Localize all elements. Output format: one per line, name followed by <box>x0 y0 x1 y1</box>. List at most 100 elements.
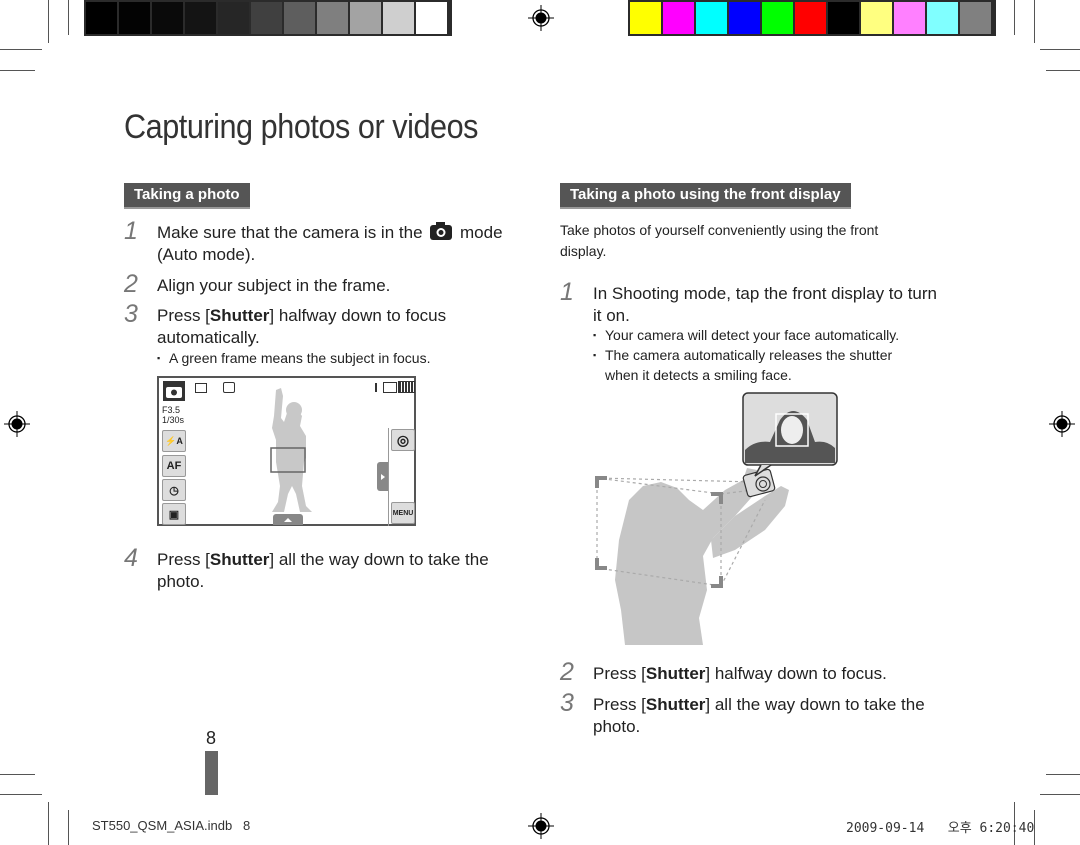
step-text: Press [ <box>157 306 210 325</box>
crop-mark <box>48 0 49 43</box>
step-3: 3 Press [Shutter] halfway down to focus … <box>124 302 517 349</box>
page-title: Capturing photos or videos <box>124 108 479 146</box>
step-number: 2 <box>124 270 138 298</box>
color-swatch <box>152 2 183 34</box>
color-swatch <box>350 2 381 34</box>
step-2: 2 Align your subject in the frame. <box>124 272 517 297</box>
color-swatch <box>317 2 348 34</box>
section-heading-front-display: Taking a photo using the front display <box>560 183 851 209</box>
color-swatch <box>86 2 117 34</box>
card-indicator-icon <box>375 383 377 392</box>
step-number: 1 <box>124 217 138 245</box>
step-text: (Auto mode). <box>157 245 256 264</box>
shutter-button-label: Shutter <box>209 306 270 325</box>
step-text: it on. <box>593 306 630 325</box>
crop-mark <box>1040 794 1080 795</box>
intro-text: display. <box>560 243 607 259</box>
shutter-button-label: Shutter <box>645 664 706 683</box>
step-1-front: 1 In Shooting mode, tap the front displa… <box>560 280 963 327</box>
arrow-up-icon <box>284 517 292 522</box>
color-swatch <box>218 2 249 34</box>
step-text: ] all the way down to take the <box>705 695 925 714</box>
bullet-note: Your camera will detect your face automa… <box>593 325 899 345</box>
color-swatch <box>119 2 150 34</box>
step-text: ] halfway down to focus <box>269 306 447 325</box>
color-swatch <box>960 2 991 34</box>
menu-button[interactable]: MENU <box>391 502 415 524</box>
right-panel <box>388 428 389 526</box>
autofocus-button[interactable]: AF <box>162 455 186 477</box>
mode-camera-icon <box>163 381 185 401</box>
mode-dial-button[interactable]: ◎ <box>391 429 415 451</box>
crop-mark <box>0 49 42 50</box>
step-text: mode <box>460 223 503 242</box>
step-number: 1 <box>560 278 574 306</box>
step-text: Align your subject in the frame. <box>157 276 391 295</box>
step-text: photo. <box>157 572 205 591</box>
color-swatch <box>416 2 447 34</box>
display-settings-icon: ▣ <box>168 508 180 521</box>
color-swatch <box>828 2 859 34</box>
memory-icon <box>383 382 397 393</box>
color-calibration-bar <box>628 0 996 36</box>
panel-toggle-tab[interactable] <box>377 462 388 491</box>
crop-mark <box>68 810 69 845</box>
front-display-illustration <box>595 392 838 645</box>
color-swatch <box>894 2 925 34</box>
mode-dial-icon: ◎ <box>396 431 410 448</box>
arrow-right-icon <box>380 473 385 480</box>
step-text: photo. <box>593 717 641 736</box>
step-number: 3 <box>560 689 574 717</box>
timer-off-icon: ◷ <box>169 484 179 497</box>
camera-icon <box>430 222 453 240</box>
color-swatch <box>729 2 760 34</box>
crop-mark <box>1040 49 1080 50</box>
color-swatch <box>795 2 826 34</box>
step-number: 4 <box>124 544 138 572</box>
registration-mark-icon <box>1049 411 1075 437</box>
step-2-front: 2 Press [Shutter] halfway down to focus. <box>560 660 963 685</box>
bullet-note: The camera automatically releases the sh… <box>593 345 892 365</box>
crop-mark <box>0 774 35 775</box>
color-swatch <box>284 2 315 34</box>
step-3-front: 3 Press [Shutter] all the way down to ta… <box>560 691 963 738</box>
step-text: Press [ <box>593 695 646 714</box>
crop-mark <box>68 0 69 35</box>
flash-button[interactable]: ⚡A <box>162 430 186 452</box>
step-text: Make sure that the camera is in the <box>157 223 423 242</box>
step-number: 2 <box>560 658 574 686</box>
footer-filename: ST550_QSM_ASIA.indb 8 <box>92 818 251 833</box>
timer-button[interactable]: ◷ <box>162 479 186 501</box>
crop-mark <box>1014 0 1015 35</box>
color-swatch <box>861 2 892 34</box>
autofocus-icon: AF <box>166 460 182 472</box>
battery-icon <box>398 381 415 393</box>
size-icon <box>195 383 207 393</box>
color-swatch <box>927 2 958 34</box>
gray-calibration-bar <box>84 0 452 36</box>
step-1: 1 Make sure that the camera is in the mo… <box>124 219 517 266</box>
shutter-speed-value: 1/30s <box>162 415 185 425</box>
section-intro: Take photos of yourself conveniently usi… <box>560 220 930 262</box>
display-settings-button[interactable]: ▣ <box>162 503 186 525</box>
color-swatch <box>251 2 282 34</box>
color-swatch <box>630 2 661 34</box>
shutter-button-label: Shutter <box>209 550 270 569</box>
color-swatch <box>663 2 694 34</box>
aperture-value: F3.5 <box>162 405 181 415</box>
step-4: 4 Press [Shutter] all the way down to ta… <box>124 546 517 593</box>
bullet-note: A green frame means the subject in focus… <box>157 348 431 368</box>
camera-lcd-illustration: F3.5 1/30s ⚡A AF ◷ ▣ ◎ MENU <box>157 376 416 526</box>
thumb-tab <box>205 751 218 795</box>
crop-mark <box>1034 0 1035 43</box>
crop-mark <box>0 70 35 71</box>
flash-auto-icon: ⚡A <box>165 435 183 446</box>
step-text: automatically. <box>157 328 260 347</box>
registration-mark-icon <box>4 411 30 437</box>
intro-text: Take photos of yourself conveniently usi… <box>560 222 879 238</box>
section-heading-taking-a-photo: Taking a photo <box>124 183 250 209</box>
color-swatch <box>696 2 727 34</box>
step-text: Press [ <box>593 664 646 683</box>
shutter-button-label: Shutter <box>645 695 706 714</box>
step-text: ] halfway down to focus. <box>705 664 887 683</box>
